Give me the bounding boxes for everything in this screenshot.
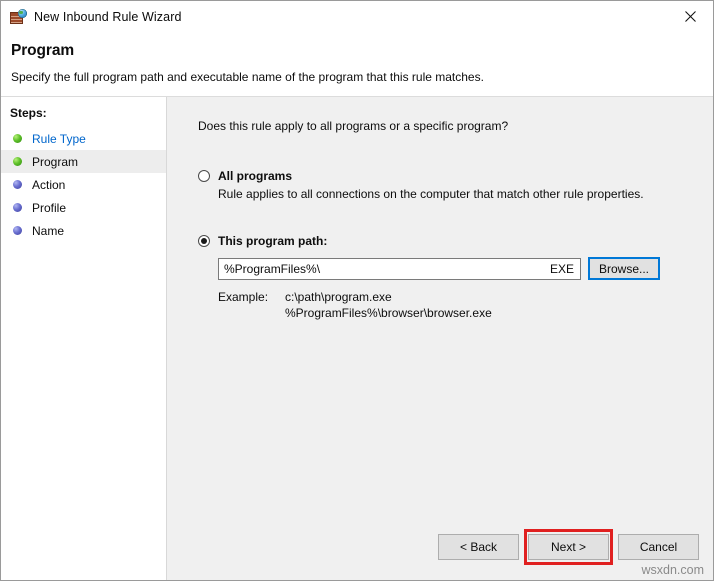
close-icon[interactable] bbox=[667, 1, 713, 31]
sidebar-item-label: Action bbox=[32, 178, 65, 192]
sidebar-item-label: Rule Type bbox=[32, 132, 86, 146]
steps-label: Steps: bbox=[1, 106, 166, 120]
example-block: Example: c:\path\program.exe %ProgramFil… bbox=[218, 290, 713, 320]
cancel-button[interactable]: Cancel bbox=[618, 534, 699, 560]
sidebar-item-name[interactable]: Name bbox=[1, 219, 166, 242]
footer-bar: < Back Next > Cancel wsxdn.com bbox=[167, 525, 713, 580]
watermark: wsxdn.com bbox=[641, 563, 704, 577]
steps-sidebar: Steps: Rule Type Program Action Profile … bbox=[1, 97, 167, 580]
program-path-value: %ProgramFiles%\ bbox=[224, 262, 542, 276]
page-header: Program Specify the full program path an… bbox=[1, 32, 713, 97]
step-bullet-icon bbox=[13, 226, 22, 235]
sidebar-item-label: Program bbox=[32, 155, 78, 169]
program-path-input[interactable]: %ProgramFiles%\ EXE bbox=[218, 258, 581, 280]
sidebar-item-label: Name bbox=[32, 224, 64, 238]
step-bullet-icon bbox=[13, 203, 22, 212]
next-button-highlight: Next > bbox=[519, 525, 609, 560]
page-title: Program bbox=[11, 42, 713, 60]
example-label: Example: bbox=[218, 290, 285, 320]
title-bar: New Inbound Rule Wizard bbox=[1, 1, 713, 32]
all-programs-description: Rule applies to all connections on the c… bbox=[218, 187, 713, 201]
wizard-window: New Inbound Rule Wizard Program Specify … bbox=[0, 0, 714, 581]
step-bullet-icon bbox=[13, 180, 22, 189]
back-button[interactable]: < Back bbox=[438, 534, 519, 560]
body: Steps: Rule Type Program Action Profile … bbox=[1, 97, 713, 580]
sidebar-item-profile[interactable]: Profile bbox=[1, 196, 166, 219]
question-text: Does this rule apply to all programs or … bbox=[198, 119, 713, 133]
option-all-programs: All programs Rule applies to all connect… bbox=[198, 169, 713, 201]
browse-button[interactable]: Browse... bbox=[588, 257, 660, 280]
radio-all-programs-label: All programs bbox=[218, 169, 292, 183]
sidebar-item-action[interactable]: Action bbox=[1, 173, 166, 196]
step-bullet-icon bbox=[13, 157, 22, 166]
example-line-2: %ProgramFiles%\browser\browser.exe bbox=[285, 306, 492, 320]
sidebar-item-program[interactable]: Program bbox=[1, 150, 166, 173]
main-panel: Does this rule apply to all programs or … bbox=[167, 97, 713, 580]
radio-program-path-label: This program path: bbox=[218, 234, 327, 248]
example-line-1: c:\path\program.exe bbox=[285, 290, 492, 304]
firewall-shield-icon bbox=[10, 9, 26, 25]
option-program-path: This program path: %ProgramFiles%\ EXE B… bbox=[198, 234, 713, 320]
radio-program-path[interactable] bbox=[198, 235, 210, 247]
radio-all-programs[interactable] bbox=[198, 170, 210, 182]
page-subtitle: Specify the full program path and execut… bbox=[11, 70, 713, 84]
sidebar-item-rule-type[interactable]: Rule Type bbox=[1, 127, 166, 150]
step-bullet-icon bbox=[13, 134, 22, 143]
next-button[interactable]: Next > bbox=[528, 534, 609, 560]
sidebar-item-label: Profile bbox=[32, 201, 66, 215]
window-title: New Inbound Rule Wizard bbox=[34, 10, 182, 24]
program-path-suffix: EXE bbox=[550, 262, 574, 276]
